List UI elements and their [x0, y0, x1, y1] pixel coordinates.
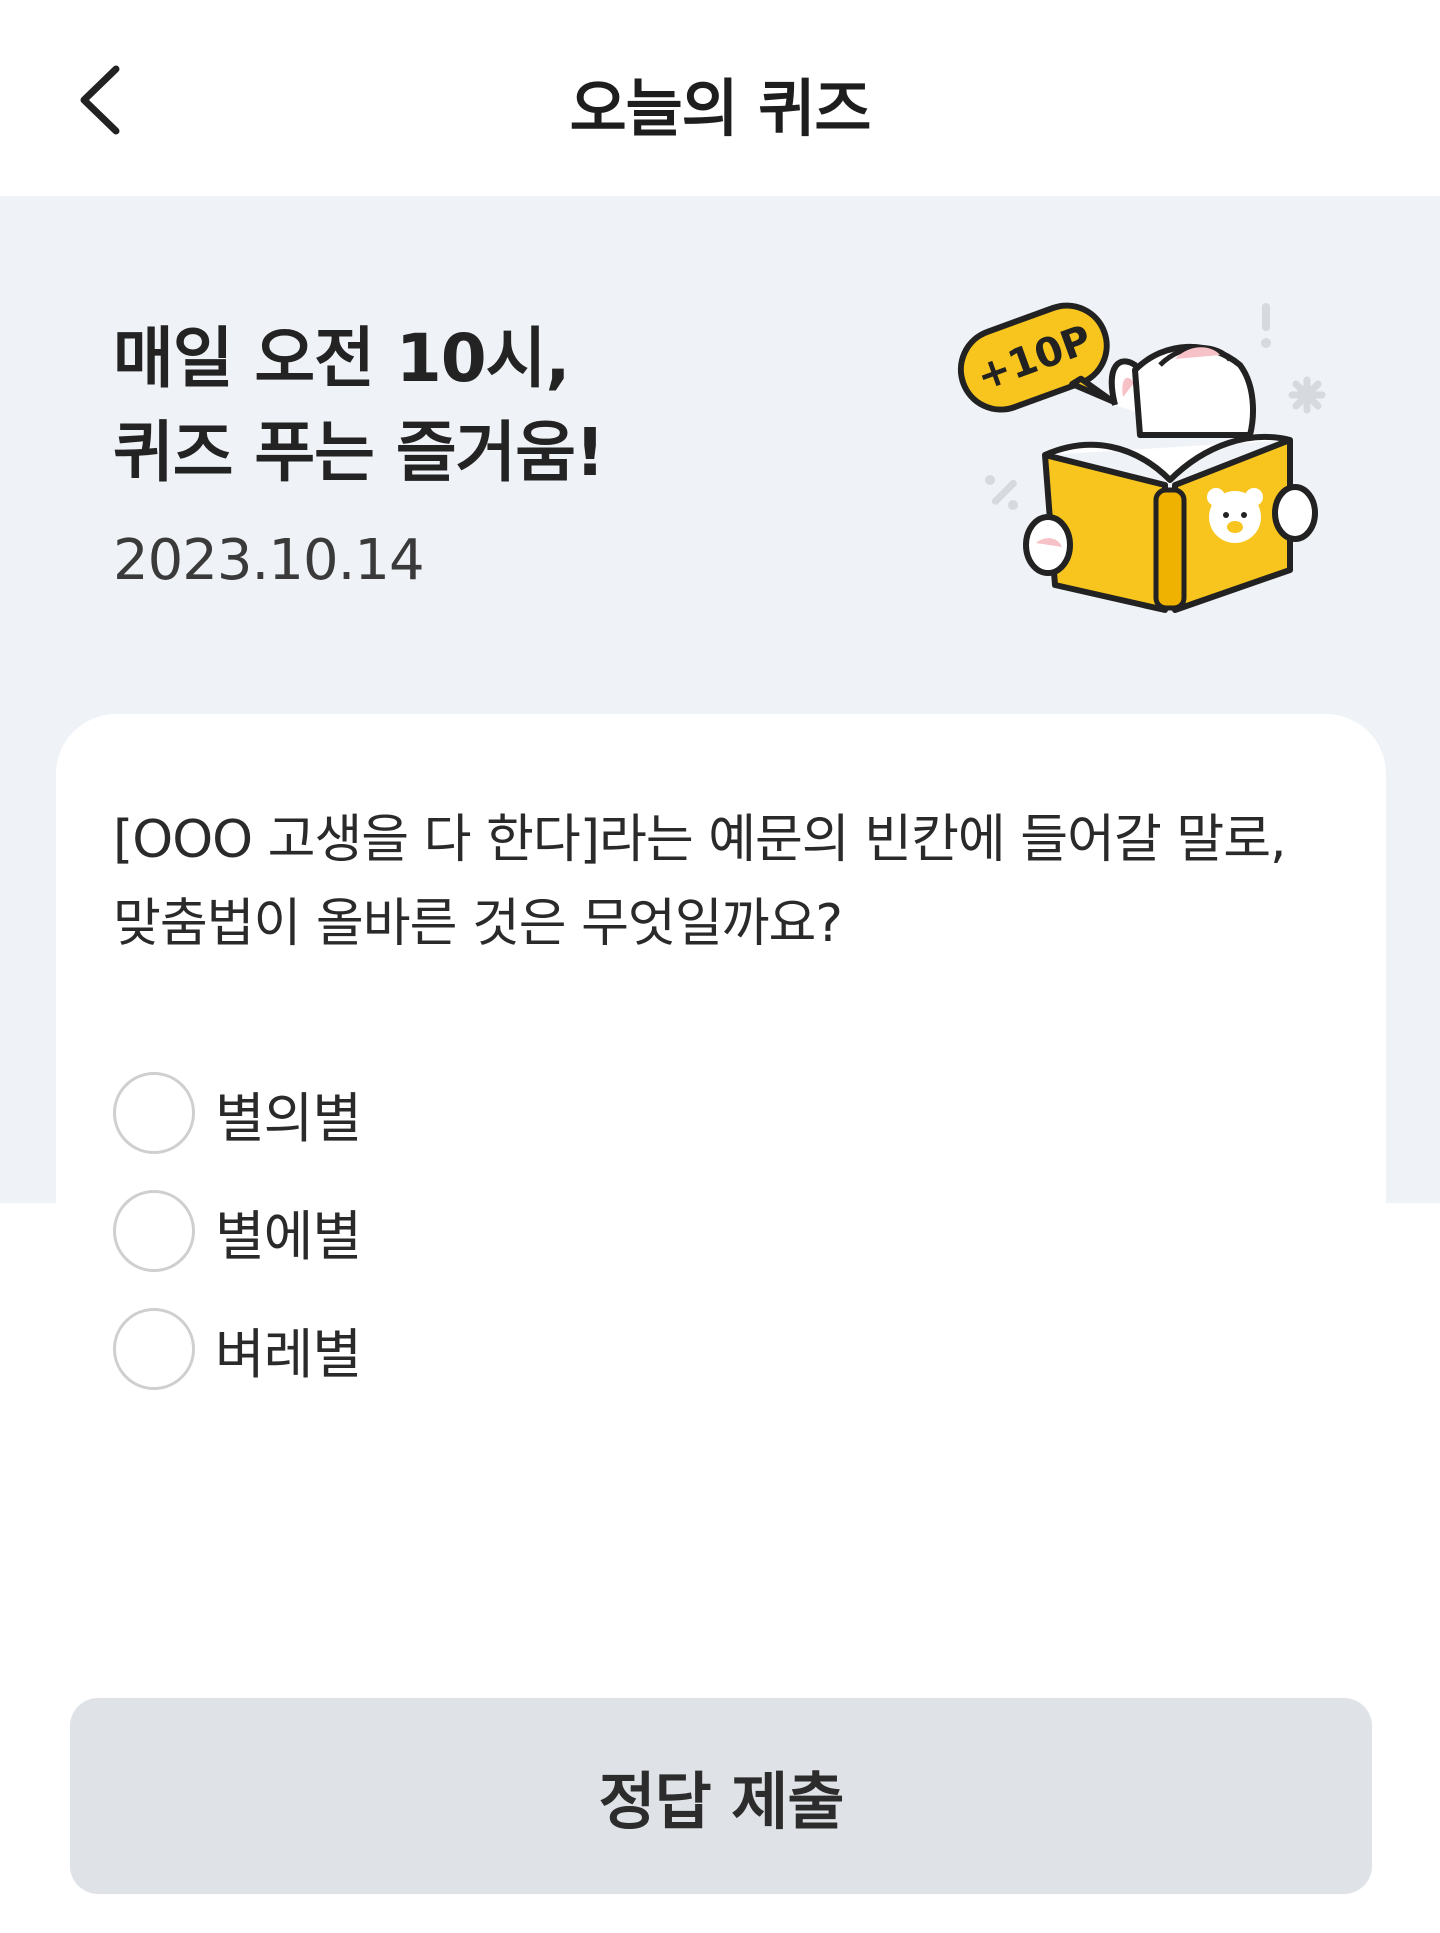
quiz-question-line1: [OOO 고생을 다 한다]라는 예문의 빈칸에 들어갈 말로,: [113, 810, 1287, 870]
quiz-date: 2023.10.14: [113, 528, 425, 593]
points-badge: +10P: [957, 302, 1116, 413]
right-paw: [1272, 484, 1318, 542]
quiz-option-label: 별의별: [215, 1086, 362, 1150]
submit-answer-label: 정답 제출: [598, 1765, 845, 1838]
radio-button-icon[interactable]: [113, 1190, 195, 1272]
quiz-question: [OOO 고생을 다 한다]라는 예문의 빈칸에 들어갈 말로, 맞춤법이 올바…: [113, 798, 1353, 966]
quiz-option-2[interactable]: 별에별: [113, 1189, 713, 1273]
rabbit: [1108, 343, 1256, 438]
quiz-question-line2: 맞춤법이 올바른 것은 무엇일까요?: [113, 894, 843, 954]
quiz-option-label: 별에별: [215, 1204, 362, 1268]
hero-title-line1: 매일 오전 10시,: [113, 320, 570, 397]
radio-button-icon[interactable]: [113, 1308, 195, 1390]
radio-button-icon[interactable]: [113, 1072, 195, 1154]
rabbit-reading-book-illustration: +10P: [957, 302, 1326, 613]
hero-title: 매일 오전 10시, 퀴즈 푸는 즐거움!: [113, 312, 605, 500]
left-paw: [1023, 514, 1073, 576]
quiz-option-3[interactable]: 벼레별: [113, 1307, 713, 1391]
hero-title-line2: 퀴즈 푸는 즐거움!: [113, 414, 605, 491]
quiz-option-1[interactable]: 별의별: [113, 1071, 713, 1155]
quiz-option-label: 벼레별: [215, 1322, 362, 1386]
submit-answer-button[interactable]: 정답 제출: [70, 1698, 1372, 1894]
page-title: 오늘의 퀴즈: [569, 72, 872, 145]
book: [1042, 434, 1293, 613]
app-header: 오늘의 퀴즈: [0, 0, 1440, 196]
